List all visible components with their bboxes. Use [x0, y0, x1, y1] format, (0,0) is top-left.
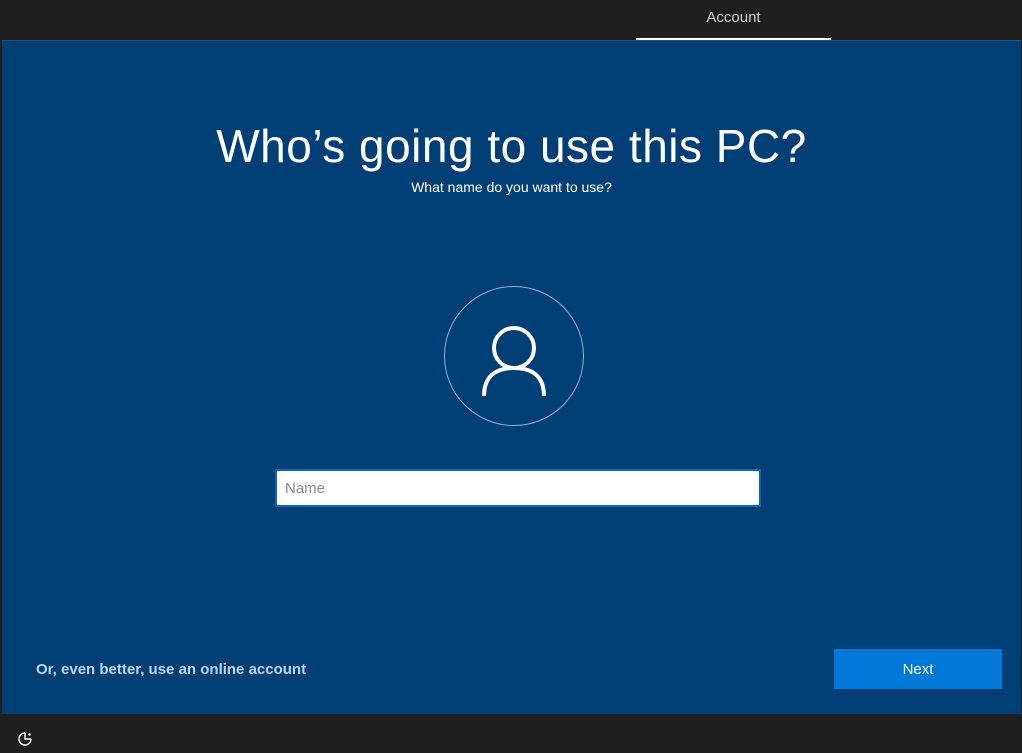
tab-account-label: Account [706, 9, 761, 26]
avatar [444, 286, 584, 426]
name-input[interactable] [275, 469, 761, 507]
bottom-bar [0, 714, 1022, 753]
account-setup-panel: Who’s going to use this PC? What name do… [2, 40, 1021, 714]
oobe-window: Account Who’s going to use this PC? What… [0, 0, 1022, 753]
next-button[interactable]: Next [834, 649, 1002, 689]
online-account-link[interactable]: Or, even better, use an online account [36, 661, 306, 678]
page-subtitle: What name do you want to use? [411, 179, 612, 195]
tab-account: Account [636, 0, 831, 40]
page-title: Who’s going to use this PC? [216, 120, 807, 172]
top-bar: Account [0, 0, 1022, 40]
ease-of-access-icon[interactable] [17, 731, 33, 747]
user-icon [482, 326, 546, 397]
